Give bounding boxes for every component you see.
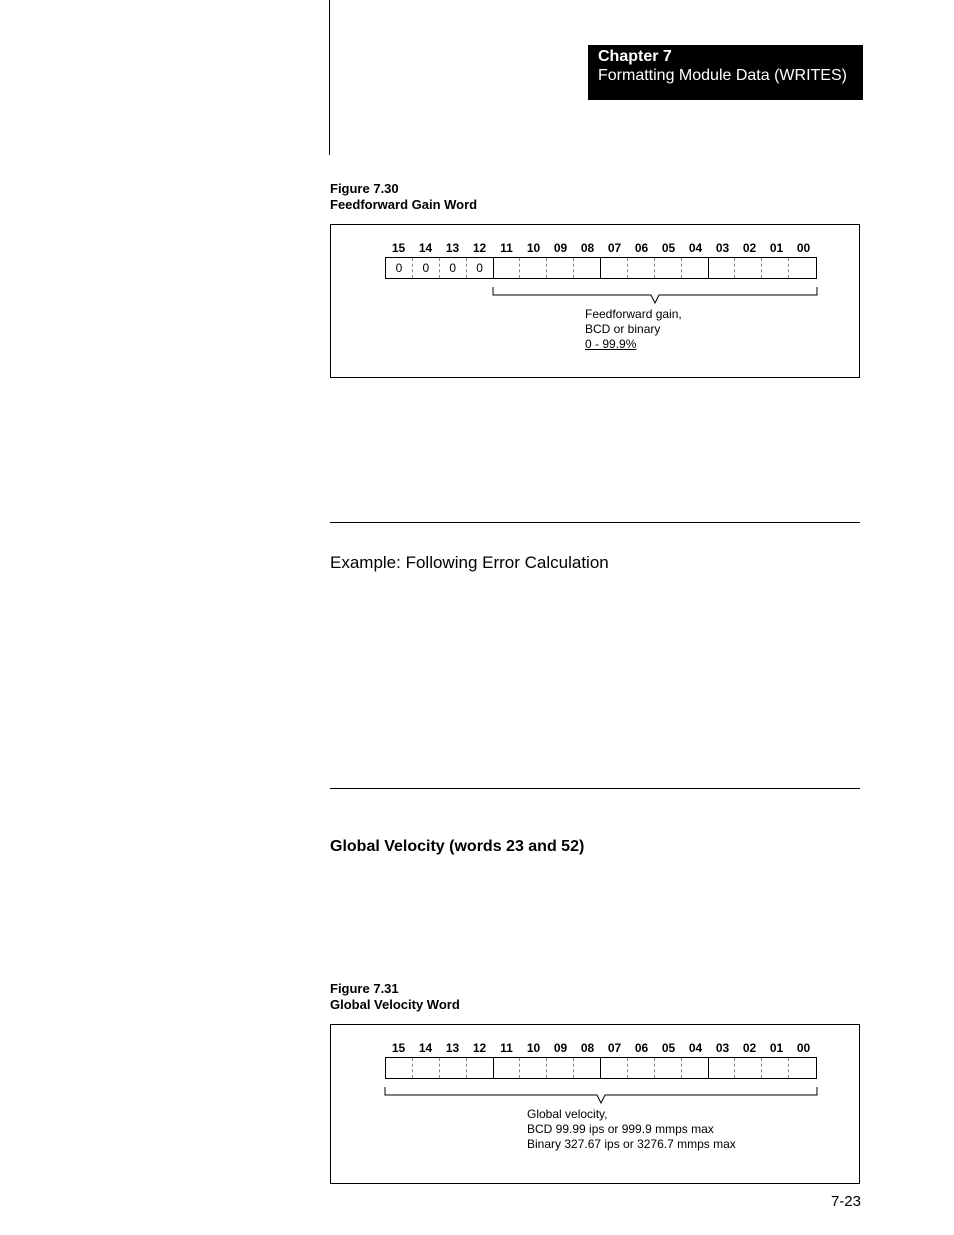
bit-label: 00 [790, 1041, 817, 1055]
bit-label: 10 [520, 241, 547, 255]
figure-30-number: Figure 7.30 [330, 181, 477, 197]
figure-31-diagram: 15 14 13 12 11 10 09 08 07 06 05 04 03 0… [330, 1024, 860, 1184]
bit-label: 07 [601, 1041, 628, 1055]
bit-cell [762, 1058, 789, 1078]
bit-cell [520, 258, 547, 278]
figure-31-annotation: Global velocity, BCD 99.99 ips or 999.9 … [527, 1107, 736, 1152]
bit-cell [386, 1058, 413, 1078]
annot-line: BCD or binary [585, 322, 682, 337]
bit-label: 06 [628, 1041, 655, 1055]
figure-31-title: Global Velocity Word [330, 997, 460, 1013]
bit-cell: 0 [467, 258, 494, 278]
bit-header-row: 15 14 13 12 11 10 09 08 07 06 05 04 03 0… [385, 241, 839, 255]
bit-label: 03 [709, 241, 736, 255]
page: Chapter 7 Formatting Module Data (WRITES… [0, 0, 954, 1235]
bit-label: 15 [385, 241, 412, 255]
figure-30-caption: Figure 7.30 Feedforward Gain Word [330, 181, 477, 214]
bit-cell [628, 1058, 655, 1078]
bit-label: 14 [412, 241, 439, 255]
bit-label: 09 [547, 241, 574, 255]
bit-label: 12 [466, 241, 493, 255]
bit-value-row [385, 1057, 817, 1079]
bit-cell [601, 258, 628, 278]
bit-label: 02 [736, 241, 763, 255]
bit-cell [601, 1058, 628, 1078]
bit-cell [789, 258, 816, 278]
horizontal-rule [330, 788, 860, 789]
bit-label: 04 [682, 241, 709, 255]
bit-label: 07 [601, 241, 628, 255]
bit-label: 09 [547, 1041, 574, 1055]
figure-30-title: Feedforward Gain Word [330, 197, 477, 213]
bit-label: 13 [439, 241, 466, 255]
bit-label: 01 [763, 241, 790, 255]
bit-cell [494, 258, 521, 278]
bit-label: 01 [763, 1041, 790, 1055]
annot-line: Binary 327.67 ips or 3276.7 mmps max [527, 1137, 736, 1152]
bit-label: 11 [493, 241, 520, 255]
bit-label: 11 [493, 1041, 520, 1055]
bit-label: 03 [709, 1041, 736, 1055]
chapter-number: Chapter 7 [598, 47, 853, 66]
bit-cell [735, 1058, 762, 1078]
bit-header-row: 15 14 13 12 11 10 09 08 07 06 05 04 03 0… [385, 1041, 839, 1055]
annot-line: Global velocity, [527, 1107, 736, 1122]
horizontal-rule [330, 522, 860, 523]
bit-cell [574, 258, 601, 278]
section-heading-global-velocity: Global Velocity (words 23 and 52) [330, 838, 584, 856]
figure-31-caption: Figure 7.31 Global Velocity Word [330, 981, 460, 1014]
bit-cell [467, 1058, 494, 1078]
bit-cell: 0 [440, 258, 467, 278]
bit-label: 04 [682, 1041, 709, 1055]
bit-cell [762, 258, 789, 278]
bit-label: 14 [412, 1041, 439, 1055]
bit-label: 06 [628, 241, 655, 255]
bit-label: 05 [655, 1041, 682, 1055]
bit-cell [655, 258, 682, 278]
bit-label: 08 [574, 241, 601, 255]
bit-cell [520, 1058, 547, 1078]
bit-cell [494, 1058, 521, 1078]
annot-line: Feedforward gain, [585, 307, 682, 322]
left-vertical-rule [329, 0, 330, 155]
bit-cell [789, 1058, 816, 1078]
bit-label: 10 [520, 1041, 547, 1055]
bit-label: 00 [790, 241, 817, 255]
figure-31-number: Figure 7.31 [330, 981, 460, 997]
annot-line: BCD 99.99 ips or 999.9 mmps max [527, 1122, 736, 1137]
bit-cell [628, 258, 655, 278]
bit-value-row: 0 0 0 0 [385, 257, 817, 279]
bit-cell [709, 1058, 736, 1078]
bit-label: 05 [655, 241, 682, 255]
bit-cell [655, 1058, 682, 1078]
bit-cell [413, 1058, 440, 1078]
bit-label: 13 [439, 1041, 466, 1055]
bit-cell [547, 258, 574, 278]
bit-label: 02 [736, 1041, 763, 1055]
bit-label: 08 [574, 1041, 601, 1055]
bit-label: 15 [385, 1041, 412, 1055]
bit-cell [440, 1058, 467, 1078]
figure-30-diagram: 15 14 13 12 11 10 09 08 07 06 05 04 03 0… [330, 224, 860, 378]
bit-cell [735, 258, 762, 278]
bit-cell [682, 1058, 709, 1078]
bit-cell [709, 258, 736, 278]
chapter-header: Chapter 7 Formatting Module Data (WRITES… [588, 45, 863, 100]
annot-line: 0 - 99.9% [585, 337, 682, 352]
page-number: 7-23 [831, 1193, 861, 1210]
bit-cell [682, 258, 709, 278]
bit-cell: 0 [413, 258, 440, 278]
bit-cell [574, 1058, 601, 1078]
bit-cell [547, 1058, 574, 1078]
bit-label: 12 [466, 1041, 493, 1055]
figure-30-annotation: Feedforward gain, BCD or binary 0 - 99.9… [585, 307, 682, 352]
example-heading: Example: Following Error Calculation [330, 553, 609, 573]
bit-cell: 0 [386, 258, 413, 278]
chapter-subtitle: Formatting Module Data (WRITES) [598, 66, 853, 87]
